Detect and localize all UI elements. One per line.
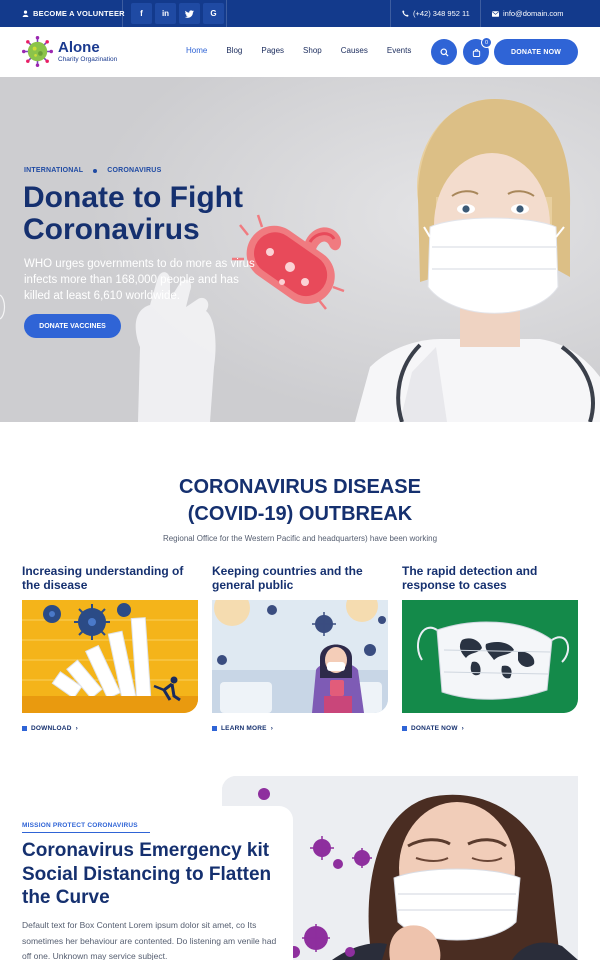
- tag-coronavirus[interactable]: CORONAVIRUS: [107, 167, 161, 174]
- twitter-icon[interactable]: [179, 3, 200, 24]
- search-button[interactable]: [431, 39, 457, 65]
- donate-now-button[interactable]: DONATE NOW: [494, 39, 578, 65]
- mission-tag-underline: [22, 832, 150, 833]
- search-icon: [439, 47, 449, 57]
- mission-title: Coronavirus Emergency kit Social Distanc…: [22, 840, 272, 908]
- hero-title-line-1: Donate to Fight: [23, 181, 243, 214]
- tag-separator-dot: [93, 168, 98, 173]
- cart-button[interactable]: 0: [463, 37, 492, 65]
- info-card: Keeping countries and the general public…: [212, 564, 388, 732]
- google-icon[interactable]: G: [203, 3, 224, 24]
- bullet-square-icon: [212, 726, 217, 731]
- nav-pages[interactable]: Pages: [261, 46, 284, 55]
- card-title[interactable]: The rapid detection and response to case…: [402, 564, 578, 595]
- nav-shop[interactable]: Shop: [303, 46, 322, 55]
- nav-events[interactable]: Events: [387, 46, 411, 55]
- donate-now-link[interactable]: DONATE NOW ›: [402, 725, 578, 732]
- outbreak-section-subtitle: Regional Office for the Western Pacific …: [162, 534, 438, 543]
- card-image-dominoes[interactable]: [22, 600, 198, 713]
- social-links: f in G: [131, 3, 224, 24]
- volunteer-label: BECOME A VOLUNTEER: [33, 9, 125, 18]
- info-card: Increasing understanding of the disease: [22, 564, 198, 732]
- download-link[interactable]: DOWNLOAD ›: [22, 725, 198, 732]
- card-image-world-mask[interactable]: [402, 600, 578, 713]
- site-logo[interactable]: Alone Charity Orgazination: [22, 36, 117, 67]
- become-volunteer-link[interactable]: BECOME A VOLUNTEER: [22, 9, 125, 18]
- card-title[interactable]: Increasing understanding of the disease: [22, 564, 198, 595]
- hero-description: WHO urges governments to do more as viru…: [24, 258, 255, 302]
- hero-title: Donate to Fight Coronavirus: [23, 182, 323, 246]
- phone-icon: [402, 10, 409, 17]
- virus-logo-icon: [22, 36, 53, 67]
- hero-banner: INTERNATIONAL CORONAVIRUS Donate to Figh…: [0, 77, 600, 422]
- chevron-right-icon: ›: [270, 725, 274, 732]
- section-title-line-1: CORONAVIRUS DISEASE: [179, 476, 421, 498]
- nav-blog[interactable]: Blog: [226, 46, 242, 55]
- info-card: The rapid detection and response to case…: [402, 564, 578, 732]
- hero-title-line-2: Coronavirus: [23, 213, 200, 246]
- linkedin-icon[interactable]: in: [155, 3, 176, 24]
- outbreak-section-title: CORONAVIRUS DISEASE (COVID-19) OUTBREAK: [0, 474, 600, 528]
- main-nav: Home Blog Pages Shop Causes Events: [186, 46, 430, 55]
- main-header: Alone Charity Orgazination Home Blog Pag…: [0, 27, 600, 77]
- hero-doctor-image: [0, 77, 600, 422]
- learn-more-link[interactable]: LEARN MORE ›: [212, 725, 388, 732]
- facebook-icon[interactable]: f: [131, 3, 152, 24]
- card-image-woman-sick[interactable]: [212, 600, 388, 713]
- cart-count-badge: 0: [481, 37, 492, 48]
- section-title-line-2: (COVID-19) OUTBREAK: [187, 503, 413, 525]
- mission-text: Default text for Box Content Lorem ipsum…: [22, 920, 277, 960]
- shopping-bag-icon: [472, 48, 480, 57]
- phone-contact[interactable]: (+42) 348 952 11: [402, 9, 470, 18]
- card-link-label: DONATE NOW: [411, 725, 458, 732]
- hero-tags: INTERNATIONAL CORONAVIRUS: [24, 167, 161, 174]
- bullet-square-icon: [22, 726, 27, 731]
- email-address: info@domain.com: [503, 9, 564, 18]
- card-link-label: LEARN MORE: [221, 725, 267, 732]
- mail-icon: [492, 10, 499, 17]
- chevron-right-icon: ›: [75, 725, 78, 732]
- logo-title: Alone: [58, 39, 100, 56]
- nav-home[interactable]: Home: [186, 46, 207, 55]
- card-title[interactable]: Keeping countries and the general public: [212, 564, 388, 595]
- nav-causes[interactable]: Causes: [341, 46, 368, 55]
- user-icon: [22, 10, 29, 17]
- email-contact[interactable]: info@domain.com: [492, 9, 564, 18]
- top-bar: BECOME A VOLUNTEER f in G (+42) 348 952 …: [0, 0, 600, 27]
- tag-international[interactable]: INTERNATIONAL: [24, 167, 83, 174]
- logo-subtitle: Charity Orgazination: [58, 56, 118, 63]
- phone-number: (+42) 348 952 11: [413, 9, 470, 18]
- chevron-right-icon: ›: [461, 725, 465, 732]
- bullet-square-icon: [402, 726, 407, 731]
- card-link-label: DOWNLOAD: [31, 725, 72, 732]
- mission-tag[interactable]: MISSION PROTECT CORONAVIRUS: [22, 822, 138, 829]
- donate-vaccines-button[interactable]: DONATE VACCINES: [24, 314, 121, 338]
